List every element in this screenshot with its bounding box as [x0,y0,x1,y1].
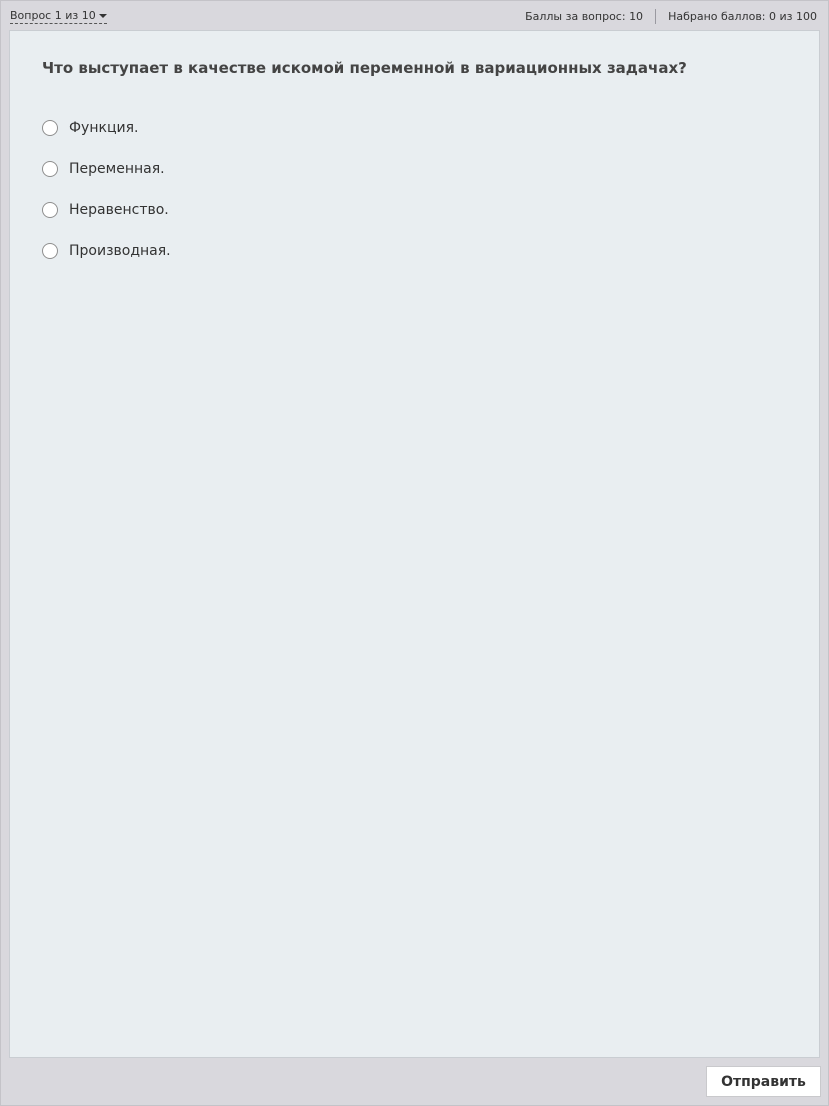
answer-options: Функция. Переменная. Неравенство. Произв… [42,107,171,271]
radio-button[interactable] [42,242,58,259]
question-navigator-label: Вопрос 1 из 10 [10,9,96,22]
answer-option[interactable]: Неравенство. [42,189,171,230]
answer-option-label: Переменная. [69,160,165,177]
caret-down-icon [98,14,107,18]
points-scored: Набрано баллов: 0 из 100 [668,10,817,23]
divider [655,9,657,24]
radio-button[interactable] [42,160,58,177]
quiz-header: Вопрос 1 из 10 Баллы за вопрос: 10 Набра… [1,1,828,29]
answer-option[interactable]: Функция. [42,107,171,148]
answer-option[interactable]: Производная. [42,230,171,271]
radio-button[interactable] [42,201,58,218]
quiz-frame: Вопрос 1 из 10 Баллы за вопрос: 10 Набра… [0,0,829,1106]
submit-button[interactable]: Отправить [706,1066,821,1097]
question-text: Что выступает в качестве искомой перемен… [42,59,687,77]
radio-button[interactable] [42,119,58,136]
score-panel: Баллы за вопрос: 10 Набрано баллов: 0 из… [525,9,817,24]
answer-option-label: Производная. [69,242,171,259]
answer-option-label: Неравенство. [69,201,169,218]
points-per-question: Баллы за вопрос: 10 [525,10,644,23]
answer-option-label: Функция. [69,119,139,136]
question-card: Что выступает в качестве искомой перемен… [9,30,820,1058]
answer-option[interactable]: Переменная. [42,148,171,189]
question-navigator-dropdown[interactable]: Вопрос 1 из 10 [10,9,107,24]
